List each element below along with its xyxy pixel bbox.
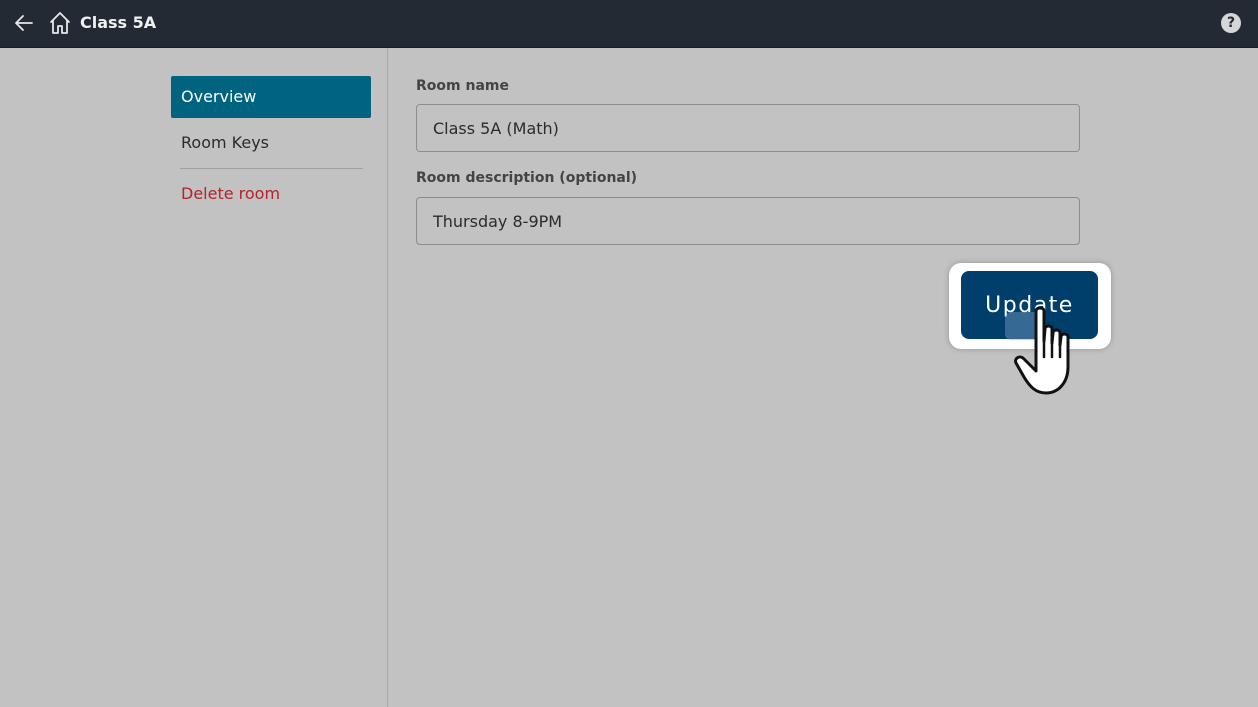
help-icon[interactable]: ? <box>1221 13 1241 33</box>
room-name-label: Room name <box>416 78 509 94</box>
home-icon[interactable] <box>48 10 72 36</box>
sidebar-item-delete-room[interactable]: Delete room <box>171 173 371 215</box>
arrow-left-icon[interactable] <box>12 11 36 35</box>
room-name-input[interactable] <box>416 104 1080 152</box>
sidebar-item-room-keys[interactable]: Room Keys <box>171 122 371 164</box>
sidebar: Overview Room Keys Delete room <box>0 48 388 707</box>
hand-pointer-icon <box>1012 305 1086 397</box>
sidebar-divider <box>180 168 363 169</box>
room-description-input[interactable] <box>416 197 1080 245</box>
sidebar-item-overview[interactable]: Overview <box>171 76 371 118</box>
room-description-label: Room description (optional) <box>416 170 638 186</box>
top-bar: Class 5A ? <box>0 0 1258 48</box>
page-title: Class 5A <box>80 13 157 32</box>
